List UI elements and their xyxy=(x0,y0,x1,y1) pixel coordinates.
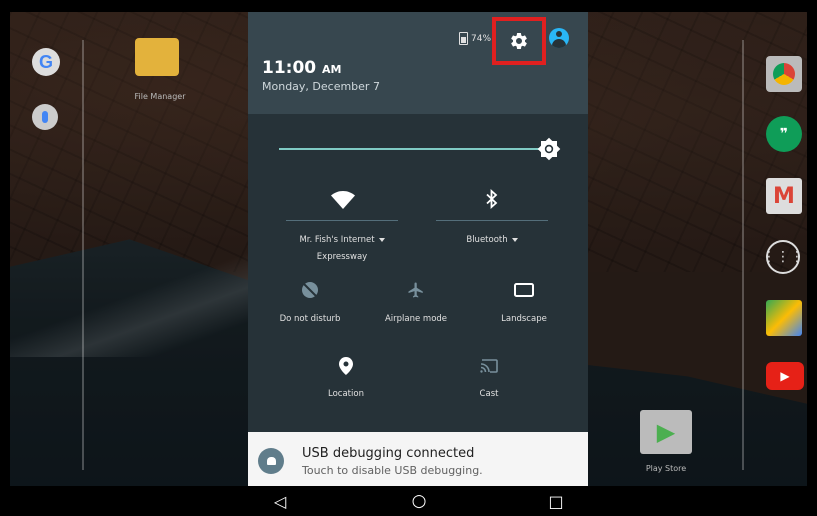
rotation-label: Landscape xyxy=(501,314,547,324)
location-pin-icon xyxy=(339,357,353,375)
location-toggle[interactable] xyxy=(336,356,356,376)
brightness-slider-track[interactable] xyxy=(279,148,549,150)
wifi-label: Mr. Fish's Internet xyxy=(299,235,375,245)
settings-button[interactable] xyxy=(492,17,546,65)
battery-percent: 74% xyxy=(471,33,492,44)
file-manager-label: File Manager xyxy=(134,92,186,101)
wifi-divider xyxy=(286,220,398,221)
home-icon: ○ xyxy=(411,491,427,511)
cast-icon xyxy=(480,359,498,373)
date-label[interactable]: Monday, December 7 xyxy=(262,80,380,93)
android-debug-icon xyxy=(258,448,284,474)
bluetooth-icon xyxy=(486,189,498,209)
home-button[interactable]: ○ xyxy=(407,490,431,512)
wifi-dropdown-caret-icon xyxy=(378,237,385,242)
bluetooth-label: Bluetooth xyxy=(466,235,508,245)
wifi-toggle[interactable] xyxy=(330,190,356,210)
bluetooth-dropdown[interactable]: Bluetooth xyxy=(436,235,548,245)
bluetooth-dropdown-caret-icon xyxy=(511,237,518,242)
bluetooth-toggle[interactable] xyxy=(482,188,502,210)
google-search-icon[interactable]: G xyxy=(32,48,60,76)
app-drawer-icon[interactable]: ⋮⋮⋮ xyxy=(762,240,804,274)
recents-button[interactable]: □ xyxy=(544,490,568,512)
clock-ampm: AM xyxy=(322,63,342,76)
brightness-slider-thumb[interactable] xyxy=(537,137,561,161)
file-manager-icon[interactable] xyxy=(135,38,179,76)
cast-toggle[interactable] xyxy=(478,356,500,376)
brightness-icon xyxy=(537,137,561,161)
dnd-label: Do not disturb xyxy=(279,314,341,324)
hangouts-icon[interactable]: ❞ xyxy=(766,116,802,152)
airplane-icon xyxy=(408,282,423,298)
account-icon[interactable] xyxy=(549,28,569,48)
bluetooth-divider xyxy=(436,220,548,221)
wifi-icon xyxy=(331,191,355,209)
battery-icon xyxy=(459,32,468,45)
clock-time: 11:00 xyxy=(262,58,317,78)
cast-label: Cast xyxy=(479,389,499,399)
recents-icon: □ xyxy=(548,491,564,511)
usb-debugging-notification[interactable]: USB debugging connected Touch to disable… xyxy=(248,432,588,486)
home-page-indicator-left xyxy=(82,40,84,470)
location-label: Location xyxy=(328,389,364,399)
gmail-icon[interactable]: M xyxy=(766,178,802,214)
rotation-toggle[interactable] xyxy=(513,282,535,298)
airplane-mode-label: Airplane mode xyxy=(384,314,448,324)
play-store-label: Play Store xyxy=(645,464,687,473)
youtube-icon[interactable]: ▶ xyxy=(766,362,804,390)
chrome-icon[interactable] xyxy=(766,56,802,92)
notification-text: Touch to disable USB debugging. xyxy=(302,464,483,477)
maps-icon[interactable] xyxy=(766,300,802,336)
navigation-bar: ◁ ○ □ xyxy=(0,486,817,516)
screen-rotation-icon xyxy=(514,283,534,297)
do-not-disturb-icon xyxy=(302,282,318,298)
voice-search-icon[interactable] xyxy=(32,104,58,130)
play-store-icon[interactable]: ▶ xyxy=(640,410,692,454)
android-screen: G File Manager ❞ M ⋮⋮⋮ ▶ ▶ Play Store 74… xyxy=(0,0,817,516)
notification-title: USB debugging connected xyxy=(302,446,475,461)
home-page-indicator-right xyxy=(742,40,744,470)
gear-icon xyxy=(511,32,527,49)
dnd-toggle[interactable] xyxy=(300,280,320,300)
airplane-mode-toggle[interactable] xyxy=(406,280,426,300)
wifi-sub-label: Expressway xyxy=(316,252,368,262)
clock: 11:00 AM xyxy=(262,58,342,78)
back-icon: ◁ xyxy=(273,491,287,511)
quick-settings-panel xyxy=(248,114,588,432)
battery-indicator: 74% xyxy=(459,32,491,45)
wifi-network-dropdown[interactable]: Mr. Fish's Internet xyxy=(272,235,412,245)
back-button[interactable]: ◁ xyxy=(268,490,292,512)
